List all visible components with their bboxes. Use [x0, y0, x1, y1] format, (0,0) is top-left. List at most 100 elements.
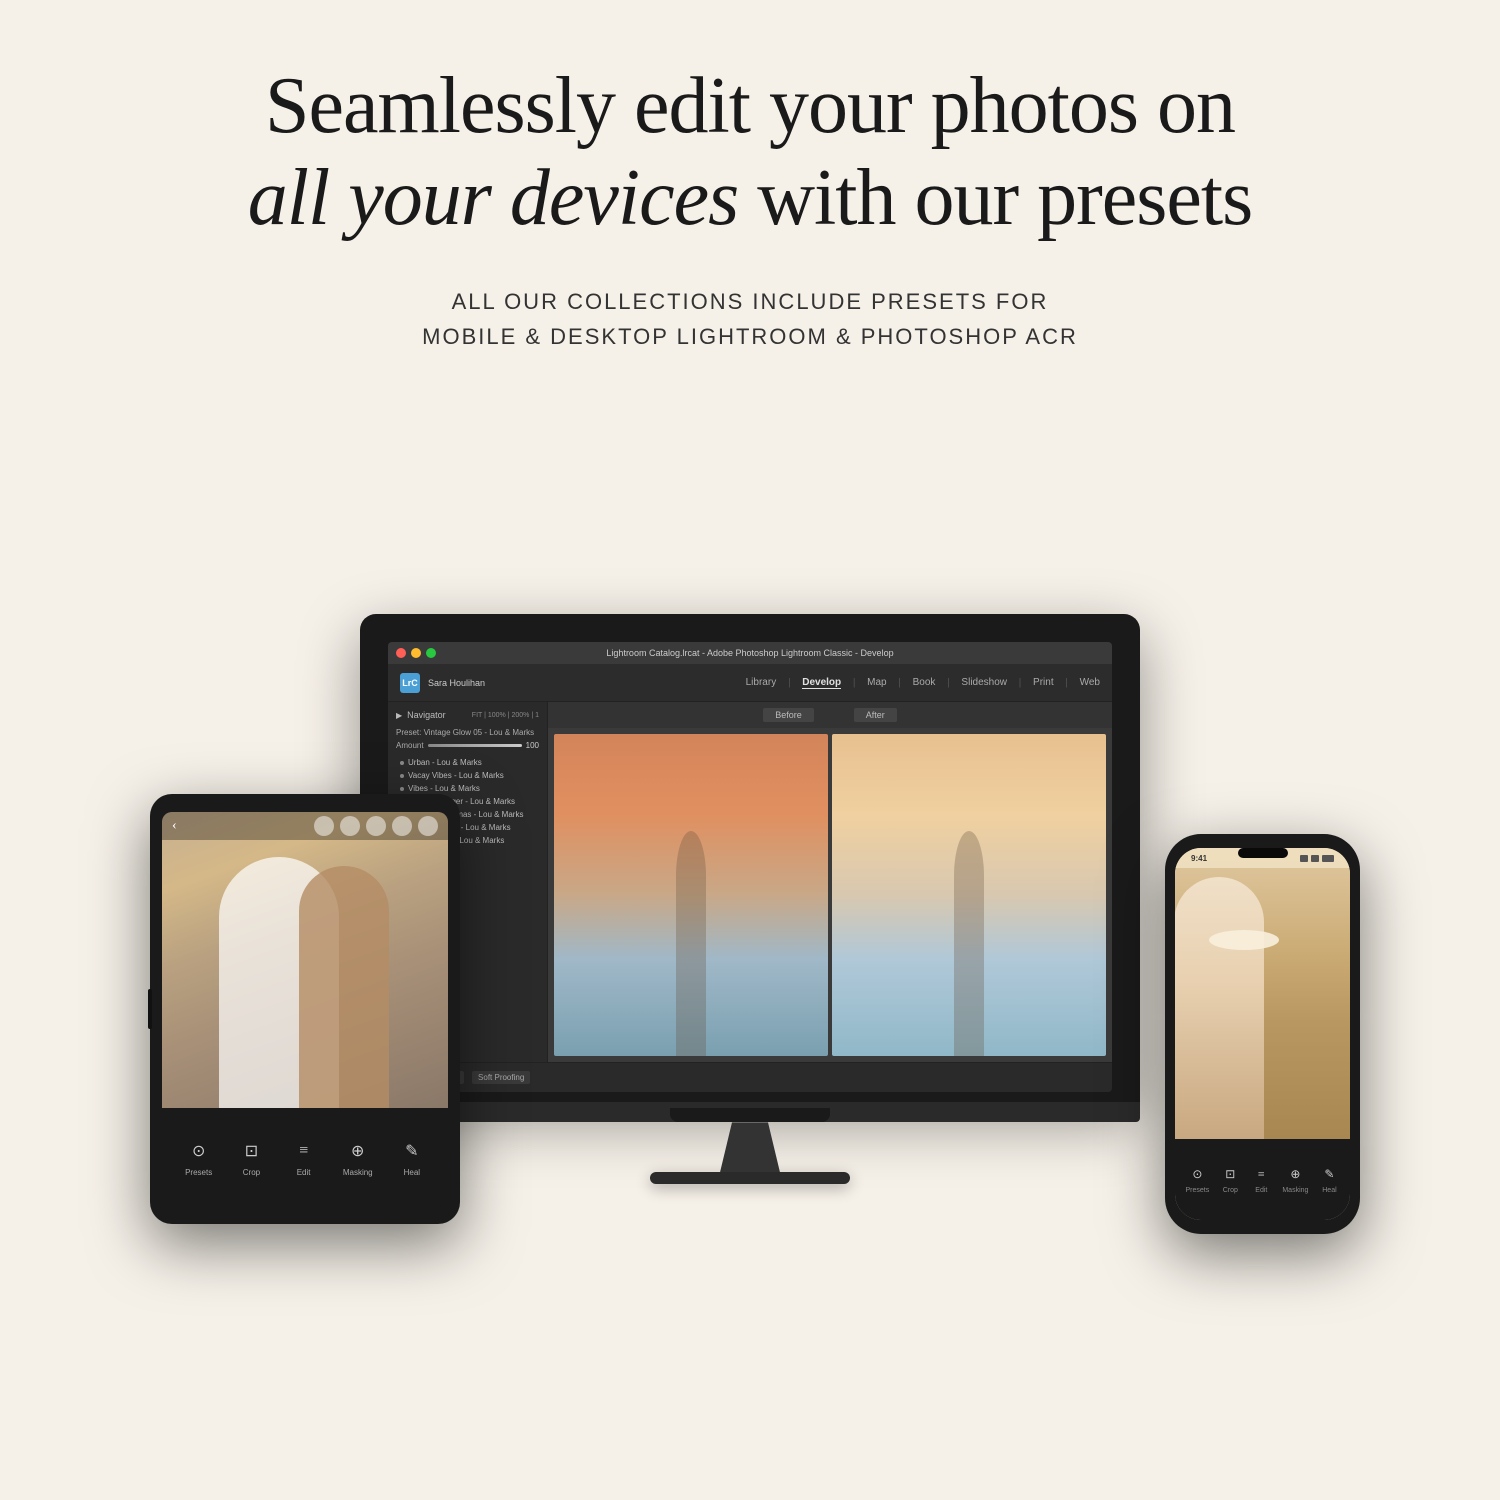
back-icon[interactable]: ‹ [172, 818, 177, 834]
crop-label: Crop [243, 1168, 260, 1177]
amount-slider[interactable] [428, 744, 522, 747]
tablet-screen: ‹ ⊙ Presets [162, 812, 448, 1206]
signal-icon [1300, 855, 1308, 862]
edit-icon: ≡ [291, 1138, 317, 1164]
subtitle-line1: ALL OUR COLLECTIONS INCLUDE PRESETS FOR [452, 289, 1049, 314]
phone-heal-icon: ✎ [1319, 1164, 1339, 1184]
close-button[interactable] [396, 648, 406, 658]
monitor-base [650, 1172, 850, 1184]
lr-topbar: LrC Sara Houlihan Library | Develop | Ma… [388, 664, 1112, 702]
preset-item-2[interactable]: Vacay Vibes - Lou & Marks [396, 769, 539, 782]
tablet-icon-3[interactable] [366, 816, 386, 836]
phone-tool-heal[interactable]: ✎ Heal [1319, 1164, 1339, 1194]
phone-device: 9:41 ⊙ Presets [1165, 834, 1360, 1234]
tablet-wrapper: ‹ ⊙ Presets [150, 794, 460, 1224]
lr-window-title: Lightroom Catalog.lrcat - Adobe Photosho… [606, 648, 893, 658]
title-line2: with our presets [757, 154, 1252, 242]
after-photo [832, 734, 1106, 1056]
tablet-more-icon[interactable] [418, 816, 438, 836]
subtitle-line2: MOBILE & DESKTOP LIGHTROOM & PHOTOSHOP A… [422, 324, 1078, 349]
phone-time: 9:41 [1191, 854, 1207, 863]
phone-masking-icon: ⊕ [1285, 1164, 1305, 1184]
tablet-photo: ‹ [162, 812, 448, 1108]
tablet-tool-presets[interactable]: ⊙ Presets [185, 1138, 212, 1177]
phone-tool-edit[interactable]: ≡ Edit [1251, 1164, 1271, 1194]
nav-library[interactable]: Library [746, 677, 777, 688]
battery-icon [1322, 855, 1334, 862]
nav-map[interactable]: Map [867, 677, 886, 688]
phone-person [1175, 877, 1264, 1138]
tablet-side-button [148, 989, 152, 1029]
phone-edit-icon: ≡ [1251, 1164, 1271, 1184]
heal-icon: ✎ [399, 1138, 425, 1164]
phone-crop-icon: ⊡ [1220, 1164, 1240, 1184]
title-italic: all your devices [248, 154, 738, 242]
nav-develop[interactable]: Develop [802, 677, 841, 689]
tablet-tool-masking[interactable]: ⊕ Masking [343, 1138, 373, 1177]
tablet-tool-crop[interactable]: ⊡ Crop [238, 1138, 264, 1177]
after-btn[interactable]: After [854, 708, 897, 722]
lr-navigation: Library | Develop | Map | Book | Slidesh… [746, 677, 1100, 689]
lr-logo: LrC [400, 673, 420, 693]
phone-wrapper: 9:41 ⊙ Presets [1165, 834, 1360, 1234]
phone-tool-presets[interactable]: ⊙ Presets [1186, 1164, 1210, 1194]
tablet-icon-2[interactable] [340, 816, 360, 836]
masking-icon: ⊕ [345, 1138, 371, 1164]
main-title: Seamlessly edit your photos on all your … [248, 60, 1253, 244]
tablet-device: ‹ ⊙ Presets [150, 794, 460, 1224]
amount-row: Amount 100 [396, 741, 539, 750]
edit-label: Edit [297, 1168, 311, 1177]
phone-status-icons [1300, 855, 1334, 862]
phone-tool-crop[interactable]: ⊡ Crop [1220, 1164, 1240, 1194]
subtitle: ALL OUR COLLECTIONS INCLUDE PRESETS FOR … [248, 284, 1253, 354]
lr-navigator-header: ▶ Navigator FIT | 100% | 200% | 1 [396, 710, 539, 720]
nav-book[interactable]: Book [913, 677, 936, 688]
photo-comparison [548, 728, 1112, 1062]
phone-screen: 9:41 ⊙ Presets [1175, 848, 1350, 1220]
before-photo [554, 734, 828, 1056]
devices-section: Lightroom Catalog.lrcat - Adobe Photosho… [0, 404, 1500, 1304]
lr-main-area: Before After [548, 702, 1112, 1062]
soft-proofing-btn[interactable]: Soft Proofing [472, 1071, 530, 1084]
presets-icon: ⊙ [186, 1138, 212, 1164]
tablet-icon-4[interactable] [392, 816, 412, 836]
phone-photo [1175, 848, 1350, 1138]
minimize-button[interactable] [411, 648, 421, 658]
laptop-stand [360, 1102, 1140, 1122]
nav-web[interactable]: Web [1080, 677, 1100, 688]
before-after-toggle: Before After [548, 702, 1112, 728]
heal-label: Heal [404, 1168, 420, 1177]
maximize-button[interactable] [426, 648, 436, 658]
after-photo-image [832, 734, 1106, 1056]
phone-edit-label: Edit [1255, 1187, 1267, 1194]
phone-toolbar: ⊙ Presets ⊡ Crop ≡ Edit ⊕ Masking [1175, 1139, 1350, 1221]
nav-slideshow[interactable]: Slideshow [961, 677, 1007, 688]
tablet-tool-edit[interactable]: ≡ Edit [291, 1138, 317, 1177]
tablet-toolbar-icons [314, 816, 438, 836]
phone-masking-label: Masking [1282, 1187, 1308, 1194]
phone-presets-icon: ⊙ [1187, 1164, 1207, 1184]
preset-item-1[interactable]: Urban - Lou & Marks [396, 756, 539, 769]
phone-crop-label: Crop [1223, 1187, 1238, 1194]
phone-notch [1238, 848, 1288, 858]
lr-titlebar: Lightroom Catalog.lrcat - Adobe Photosho… [388, 642, 1112, 664]
tablet-topbar: ‹ [162, 812, 448, 840]
phone-tool-masking[interactable]: ⊕ Masking [1282, 1164, 1308, 1194]
header-section: Seamlessly edit your photos on all your … [168, 0, 1333, 374]
laptop-device: Lightroom Catalog.lrcat - Adobe Photosho… [360, 614, 1140, 1184]
masking-label: Masking [343, 1168, 373, 1177]
monitor-arm [720, 1122, 780, 1172]
laptop-bezel: Lightroom Catalog.lrcat - Adobe Photosho… [360, 614, 1140, 1102]
lr-body: ▶ Navigator FIT | 100% | 200% | 1 Preset… [388, 702, 1112, 1062]
before-btn[interactable]: Before [763, 708, 814, 722]
presets-label: Presets [185, 1168, 212, 1177]
tablet-tool-heal[interactable]: ✎ Heal [399, 1138, 425, 1177]
crop-icon: ⊡ [238, 1138, 264, 1164]
preset-label: Preset: Vintage Glow 05 - Lou & Marks [396, 728, 539, 737]
tablet-icon-1[interactable] [314, 816, 334, 836]
lr-username: Sara Houlihan [428, 678, 485, 688]
phone-presets-label: Presets [1186, 1187, 1210, 1194]
nav-print[interactable]: Print [1033, 677, 1054, 688]
laptop-screen: Lightroom Catalog.lrcat - Adobe Photosho… [388, 642, 1112, 1092]
tablet-toolbar: ⊙ Presets ⊡ Crop ≡ Edit ⊕ Masking [162, 1108, 448, 1207]
